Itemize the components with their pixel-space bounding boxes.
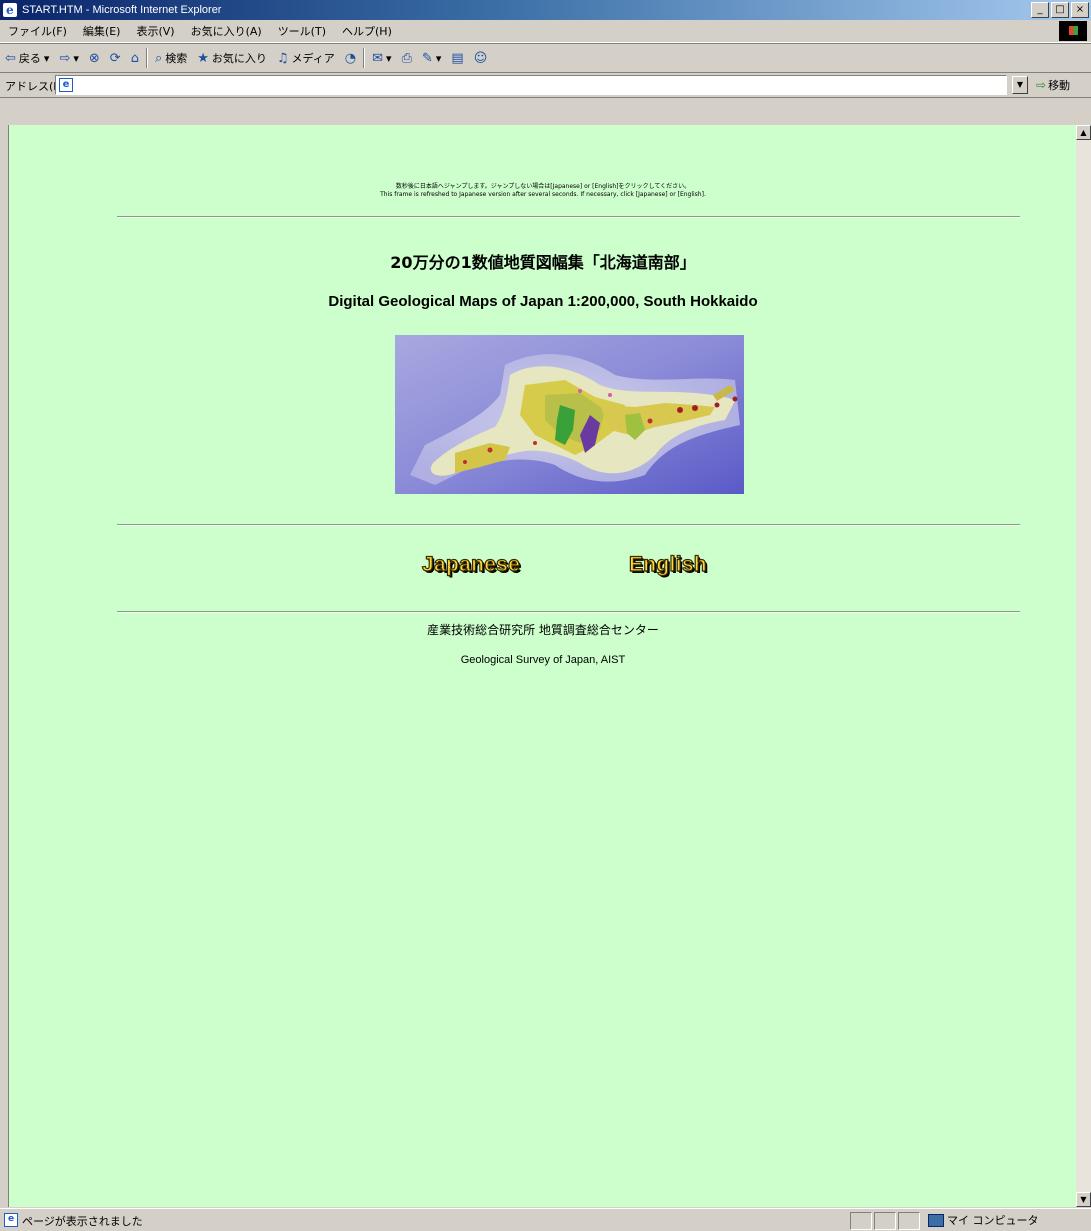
favorites-label: お気に入り bbox=[211, 52, 267, 65]
back-dropdown-icon: ▾ bbox=[43, 51, 50, 65]
page-icon: e bbox=[59, 78, 73, 92]
divider-top bbox=[117, 216, 1020, 218]
maximize-button[interactable]: □ bbox=[1051, 2, 1069, 18]
mail-button[interactable]: ✉ ▾ bbox=[367, 51, 396, 66]
forward-arrow-icon: ⇨ bbox=[59, 50, 71, 66]
title-bar: START.HTM - Microsoft Internet Explorer … bbox=[0, 0, 1091, 20]
address-bar: アドレス(D) e ▼ ⇨ 移動 bbox=[0, 73, 1091, 98]
media-label: メディア bbox=[291, 52, 335, 65]
footer-org-en: Geological Survey of Japan, AIST bbox=[460, 654, 626, 666]
japanese-link[interactable]: Japanese bbox=[421, 552, 520, 577]
notice-en: This frame is refreshed to Japanese vers… bbox=[380, 191, 706, 198]
search-button[interactable]: ⌕ 検索 bbox=[150, 50, 192, 66]
menu-file[interactable]: ファイル(F) bbox=[0, 23, 75, 39]
print-button[interactable]: ⎙ bbox=[397, 51, 417, 66]
ie-icon bbox=[3, 0, 17, 20]
notice-ja: 数秒後に日本語へジャンプします。ジャンプしない場合は[Japanese] or … bbox=[395, 183, 691, 190]
menu-edit[interactable]: 編集(E) bbox=[75, 23, 129, 39]
back-label: 戻る bbox=[18, 52, 41, 65]
vertical-scrollbar[interactable]: ▲ ▼ bbox=[1076, 125, 1091, 1207]
menu-favorites[interactable]: お気に入り(A) bbox=[183, 23, 270, 39]
edit-button[interactable]: ✎ ▾ bbox=[417, 51, 446, 66]
status-text: ページが表示されました bbox=[22, 1215, 143, 1228]
address-dropdown-button[interactable]: ▼ bbox=[1012, 76, 1028, 94]
back-arrow-icon: ⇦ bbox=[5, 50, 16, 66]
refresh-button[interactable]: ⟳ bbox=[105, 51, 126, 66]
english-link[interactable]: English bbox=[628, 552, 707, 577]
edit-dropdown-icon: ▾ bbox=[435, 51, 442, 65]
edit-icon: ✎ bbox=[421, 50, 433, 66]
footer-org-ja: 産業技術総合研究所 地質調査総合センター bbox=[427, 623, 659, 637]
divider-bottom bbox=[117, 611, 1020, 613]
title-ja: 20万分の1数値地質図幅集「北海道南部」 bbox=[390, 253, 696, 272]
menu-bar: ファイル(F) 編集(E) 表示(V) お気に入り(A) ツール(T) ヘルプ(… bbox=[0, 20, 1091, 43]
search-icon: ⌕ bbox=[154, 50, 163, 66]
status-panel bbox=[850, 1212, 872, 1230]
forward-button[interactable]: ⇨ ▾ bbox=[54, 51, 83, 66]
toolbar-separator bbox=[363, 48, 366, 68]
history-button[interactable]: ◔ bbox=[340, 51, 361, 66]
discuss-button[interactable]: ▤ bbox=[446, 51, 468, 66]
status-panel bbox=[874, 1212, 896, 1230]
home-button[interactable]: ⌂ bbox=[126, 51, 144, 66]
favorites-button[interactable]: ★ お気に入り bbox=[192, 50, 272, 66]
forward-dropdown-icon: ▾ bbox=[73, 51, 79, 65]
window-controls: _ □ × bbox=[1031, 2, 1089, 18]
history-icon: ◔ bbox=[344, 50, 357, 66]
hokkaido-map-image bbox=[395, 335, 744, 494]
scroll-down-icon[interactable]: ▼ bbox=[1076, 1192, 1091, 1207]
title-en: Digital Geological Maps of Japan 1:200,0… bbox=[328, 293, 758, 310]
redirect-notice: 数秒後に日本語へジャンプします。ジャンプしない場合は[Japanese] or … bbox=[9, 183, 1077, 199]
messenger-icon: ☺ bbox=[473, 50, 488, 66]
print-icon: ⎙ bbox=[401, 50, 412, 66]
menu-view[interactable]: 表示(V) bbox=[128, 23, 182, 39]
favorites-icon: ★ bbox=[197, 50, 209, 66]
toolbar: ⇦ 戻る ▾ ⇨ ▾ ⊗ ⟳ ⌂ ⌕ 検索 ★ お気に入り ♫ メディア ◔ ✉… bbox=[0, 43, 1091, 73]
browser-window: START.HTM - Microsoft Internet Explorer … bbox=[0, 0, 1091, 1230]
page-content: 数秒後に日本語へジャンプします。ジャンプしない場合は[Japanese] or … bbox=[8, 125, 1077, 1207]
window-title: START.HTM - Microsoft Internet Explorer bbox=[22, 4, 222, 16]
media-icon: ♫ bbox=[276, 50, 289, 66]
my-computer-icon bbox=[928, 1213, 944, 1227]
stop-icon: ⊗ bbox=[88, 50, 100, 66]
menu-help[interactable]: ヘルプ(H) bbox=[334, 23, 400, 39]
zone-label: マイ コンピュータ bbox=[947, 1214, 1039, 1227]
stop-button[interactable]: ⊗ bbox=[84, 51, 105, 66]
address-input[interactable]: e bbox=[55, 75, 1007, 95]
refresh-icon: ⟳ bbox=[109, 50, 121, 66]
status-panel bbox=[898, 1212, 920, 1230]
go-arrow-icon: ⇨ bbox=[1036, 78, 1047, 92]
toolbar-separator bbox=[145, 48, 148, 68]
close-button[interactable]: × bbox=[1071, 2, 1089, 18]
status-bar: e ページが表示されました マイ コンピュータ bbox=[0, 1208, 1091, 1231]
discuss-icon: ▤ bbox=[451, 50, 464, 66]
search-label: 検索 bbox=[165, 52, 188, 65]
home-icon: ⌂ bbox=[130, 50, 139, 66]
mail-icon: ✉ bbox=[372, 50, 384, 66]
menu-tools[interactable]: ツール(T) bbox=[270, 23, 334, 39]
scroll-up-icon[interactable]: ▲ bbox=[1076, 125, 1091, 140]
page-status-icon: e bbox=[4, 1213, 18, 1227]
security-zone: マイ コンピュータ bbox=[928, 1212, 1039, 1228]
go-button[interactable]: ⇨ 移動 bbox=[1036, 77, 1070, 93]
divider-middle bbox=[117, 524, 1020, 526]
back-button[interactable]: ⇦ 戻る ▾ bbox=[0, 50, 54, 66]
minimize-button[interactable]: _ bbox=[1031, 2, 1049, 18]
messenger-button[interactable]: ☺ bbox=[469, 51, 493, 66]
go-label: 移動 bbox=[1048, 79, 1071, 92]
media-button[interactable]: ♫ メディア bbox=[272, 50, 340, 66]
mail-dropdown-icon: ▾ bbox=[386, 51, 392, 65]
windows-logo-icon bbox=[1059, 21, 1087, 41]
